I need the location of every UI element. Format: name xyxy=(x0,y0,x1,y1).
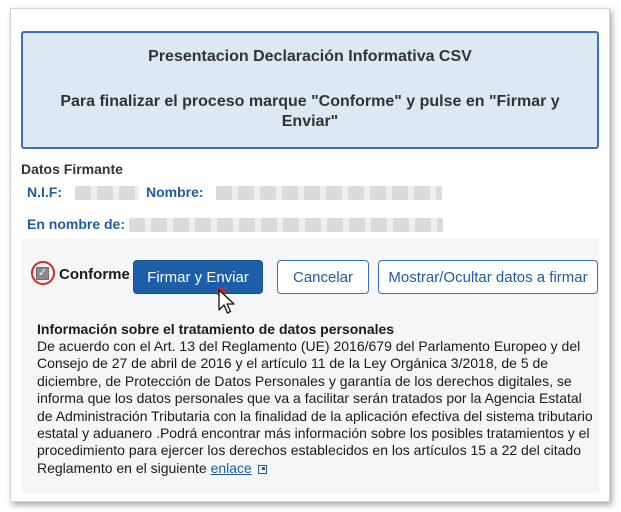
en-nombre-label: En nombre de: xyxy=(27,216,126,232)
actions-panel: ✓ Conforme Firmar y Enviar Cancelar Most… xyxy=(21,239,599,493)
toggle-datos-button[interactable]: Mostrar/Ocultar datos a firmar xyxy=(378,260,598,294)
info-heading: Información sobre el tratamiento de dato… xyxy=(37,321,395,337)
nif-value-redacted xyxy=(75,186,139,200)
conforme-label[interactable]: Conforme xyxy=(59,266,130,283)
info-paragraph: De acuerdo con el Art. 13 del Reglamento… xyxy=(37,338,593,477)
datos-firmante-heading: Datos Firmante xyxy=(21,161,123,177)
nombre-value-redacted xyxy=(216,186,442,200)
external-link-icon[interactable] xyxy=(257,464,267,474)
instruction-text: Para finalizar el proceso marque "Confor… xyxy=(60,93,560,130)
cancel-button[interactable]: Cancelar xyxy=(277,260,369,294)
firmar-enviar-button[interactable]: Firmar y Enviar xyxy=(133,260,263,294)
conforme-checkbox[interactable]: ✓ xyxy=(36,267,49,280)
header-panel: Presentacion Declaración Informativa CSV… xyxy=(21,31,599,149)
en-nombre-value-redacted xyxy=(129,218,443,232)
nif-label: N.I.F: xyxy=(27,184,62,200)
enlace-link[interactable]: enlace xyxy=(211,460,252,476)
window-frame: Presentacion Declaración Informativa CSV… xyxy=(10,8,610,502)
info-body: De acuerdo con el Art. 13 del Reglamento… xyxy=(37,338,593,476)
checkmark-icon: ✓ xyxy=(37,267,48,279)
nombre-label: Nombre: xyxy=(146,184,204,200)
mouse-pointer-icon xyxy=(217,288,235,314)
page-title: Presentacion Declaración Informativa CSV xyxy=(148,48,472,65)
